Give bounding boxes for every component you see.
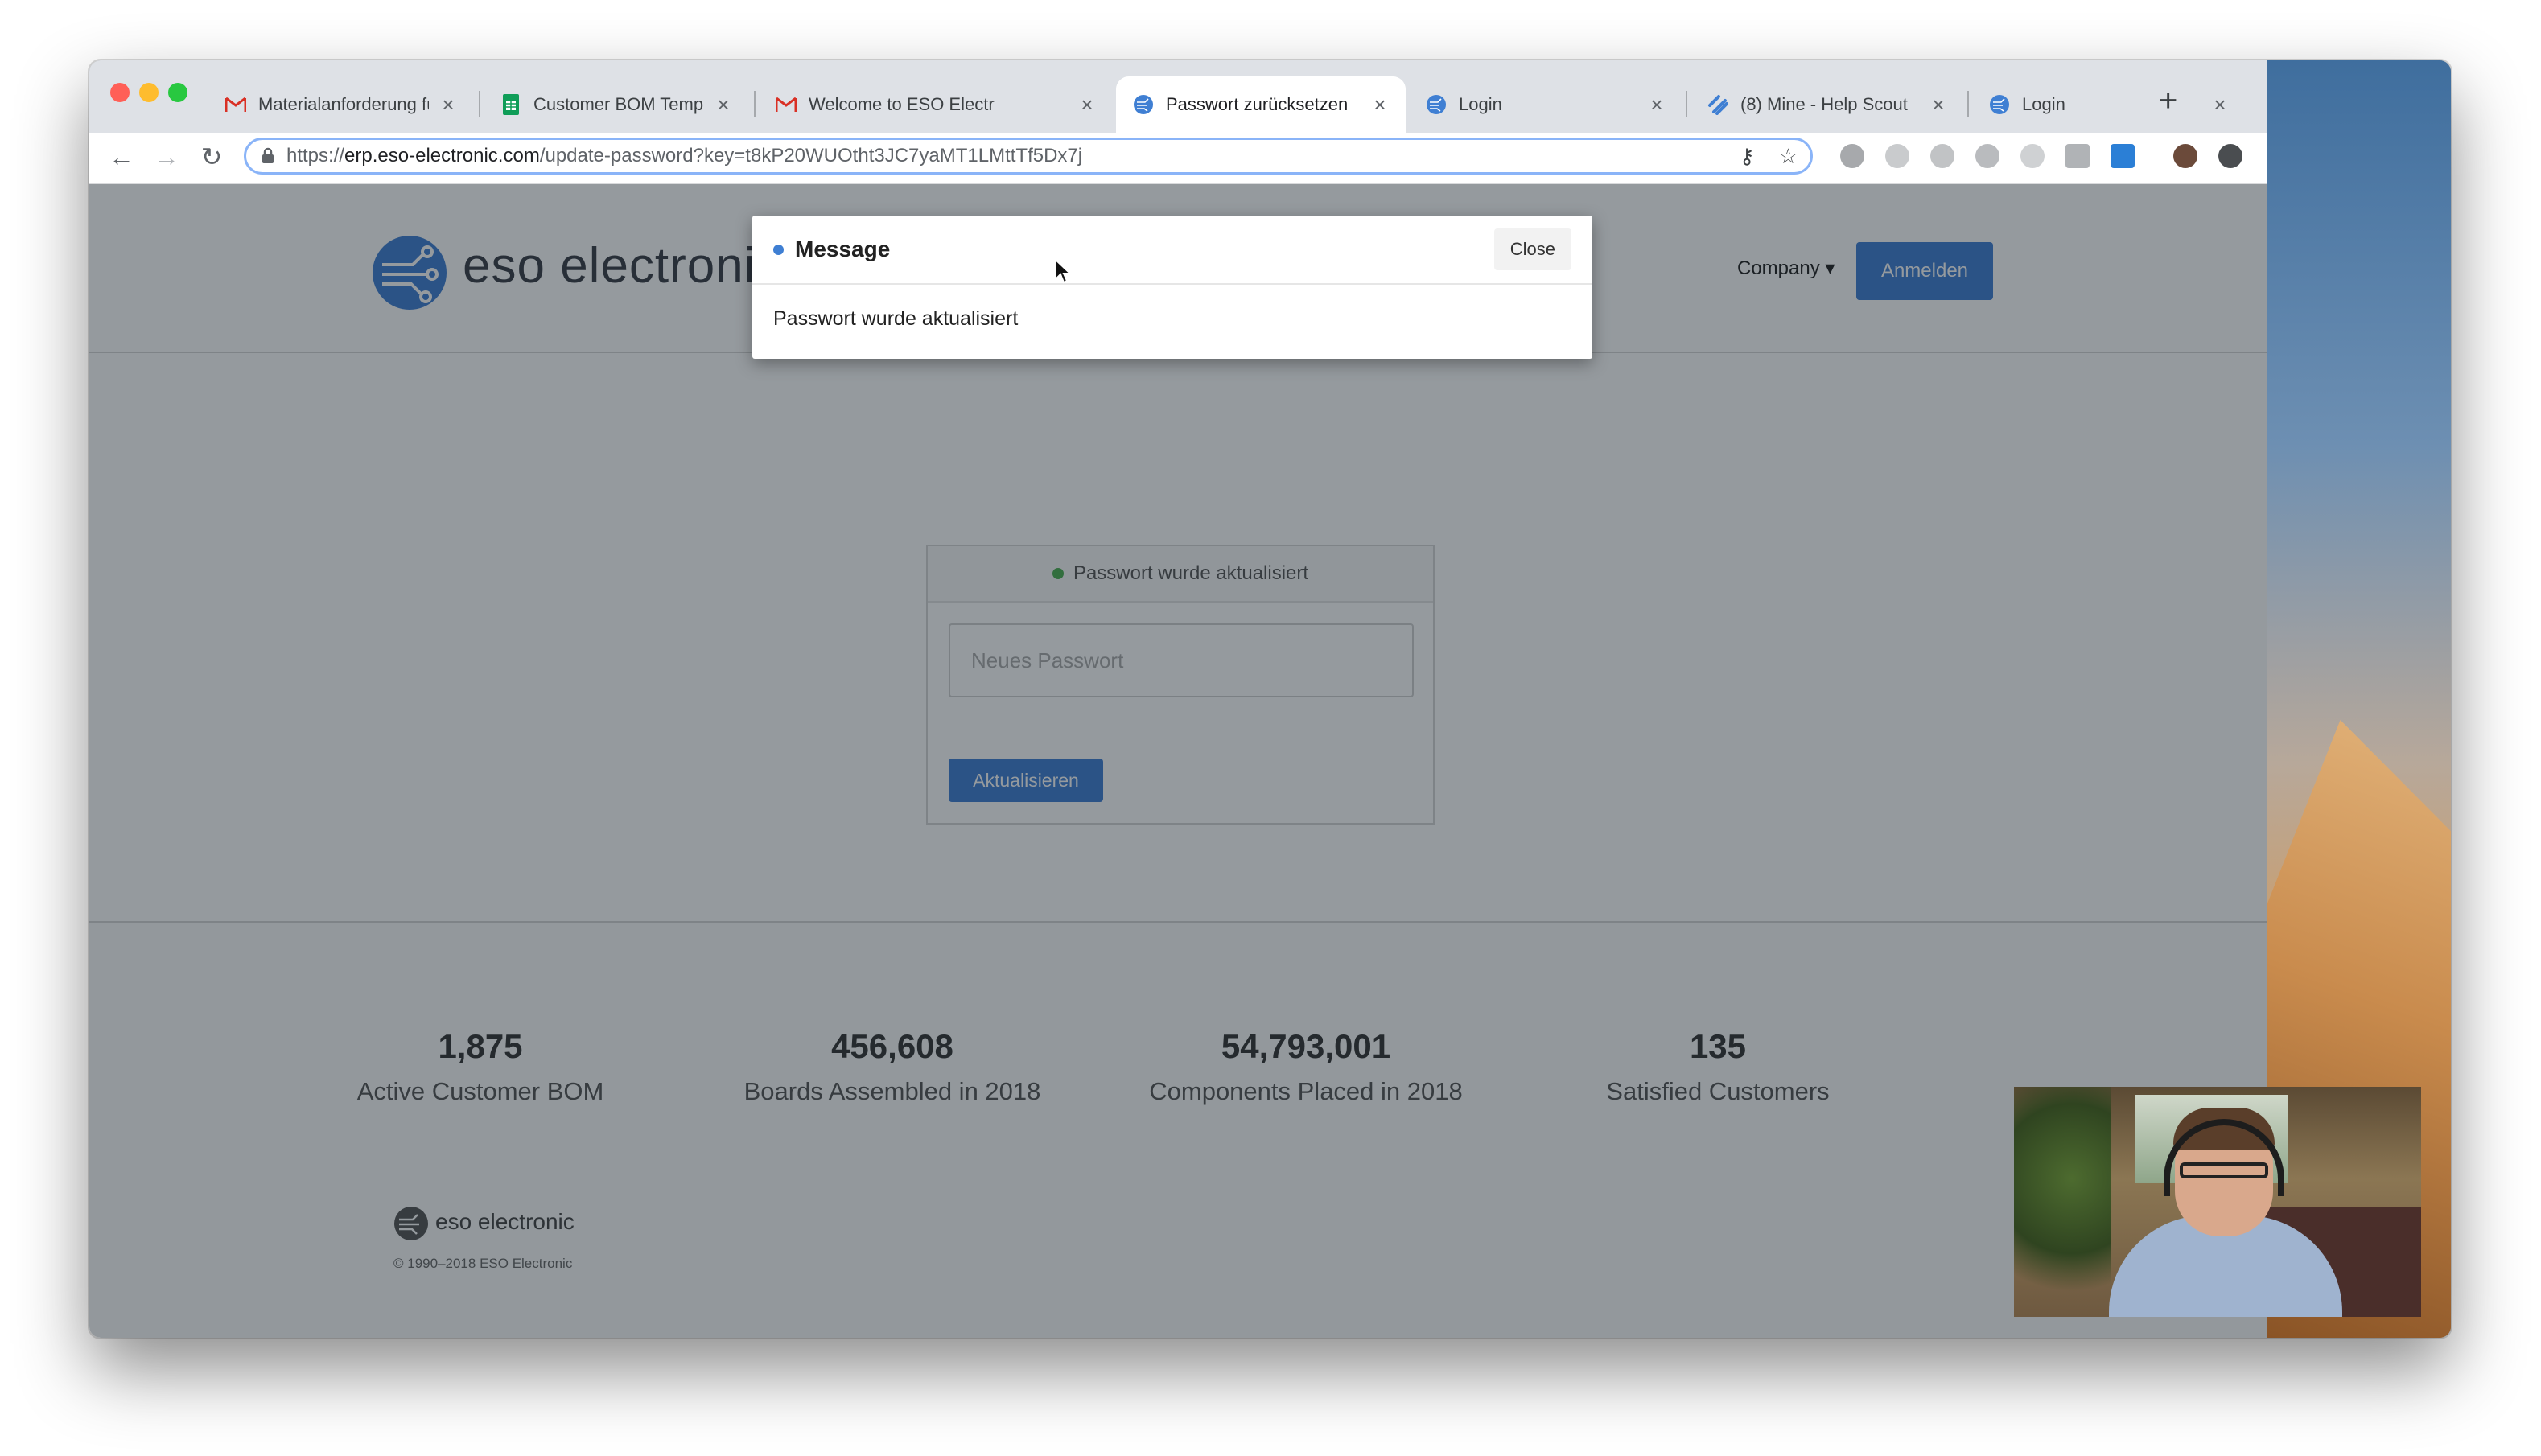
back-icon[interactable]: ← — [105, 141, 138, 173]
tab-title: Login — [1459, 94, 1502, 114]
close-button[interactable]: Close — [1493, 228, 1571, 270]
profile-avatar[interactable] — [2173, 144, 2197, 168]
tab-title: Passwort zurücksetzen — [1166, 94, 1349, 114]
browser-window: Materialanforderung für × Customer BOM T… — [89, 60, 2451, 1338]
bookmark-star-icon[interactable]: ☆ — [1779, 144, 1798, 169]
close-tab-icon[interactable]: × — [1647, 93, 1666, 117]
eso-icon — [1425, 93, 1448, 116]
tab-materialanforderung[interactable]: Materialanforderung für × — [208, 76, 474, 133]
minimize-window-button[interactable] — [139, 83, 159, 102]
mouse-cursor-icon — [1055, 258, 1072, 284]
tab-strip: Materialanforderung für × Customer BOM T… — [89, 60, 2267, 133]
eso-icon — [1132, 93, 1155, 116]
url-text: https://erp.eso-electronic.com/update-pa… — [286, 145, 1083, 167]
forward-icon[interactable]: → — [150, 141, 183, 173]
close-tab-icon[interactable]: × — [1929, 93, 1948, 117]
close-window-button[interactable] — [110, 83, 130, 102]
sheets-icon — [500, 93, 522, 116]
close-tab-icon[interactable]: × — [2210, 93, 2230, 117]
extension-icon[interactable] — [1885, 144, 1909, 168]
tab-title: Customer BOM Templa — [533, 94, 704, 114]
close-tab-icon[interactable]: × — [1077, 93, 1097, 117]
dialog-header: Message Close — [752, 216, 1592, 285]
dialog-title: Message — [795, 236, 891, 261]
eso-icon — [1988, 93, 2011, 116]
close-tab-icon[interactable]: × — [439, 93, 458, 117]
new-tab-button[interactable]: + — [2159, 84, 2177, 117]
tab-passwort-zuruecksetzen[interactable]: Passwort zurücksetzen × — [1116, 76, 1406, 133]
update-icon[interactable] — [2218, 144, 2242, 168]
extension-icon[interactable] — [1930, 144, 1954, 168]
gmail-icon — [775, 93, 797, 116]
message-dialog: Message Close Passwort wurde aktualisier… — [752, 216, 1592, 359]
dialog-message: Passwort wurde aktualisiert — [773, 307, 1019, 330]
webcam-overlay — [2014, 1087, 2421, 1317]
tab-login[interactable]: Login × — [1409, 76, 1682, 133]
tab-title: Welcome to ESO Electr — [809, 94, 995, 114]
maximize-window-button[interactable] — [168, 83, 187, 102]
tab-welcome-eso[interactable]: Welcome to ESO Electr × — [759, 76, 1113, 133]
drive-extension-icon[interactable] — [1975, 144, 1999, 168]
key-icon[interactable]: ⚷ — [1740, 144, 1755, 169]
browser-toolbar: ← → ↻ https://erp.eso-electronic.com/upd… — [89, 133, 2267, 184]
reload-icon[interactable]: ↻ — [196, 141, 228, 173]
helpscout-icon — [1707, 93, 1729, 116]
close-tab-icon[interactable]: × — [714, 93, 733, 117]
tab-login-2[interactable]: Login × — [1972, 76, 2246, 133]
tab-help-scout[interactable]: (8) Mine - Help Scout × — [1691, 76, 1964, 133]
adblock-extension-icon[interactable] — [1840, 144, 1864, 168]
chrome-browser: Materialanforderung für × Customer BOM T… — [89, 60, 2267, 1338]
tab-title: Materialanforderung für — [258, 94, 429, 114]
tab-customer-bom[interactable]: Customer BOM Templa × — [484, 76, 749, 133]
lock-icon — [262, 147, 274, 163]
address-bar[interactable]: https://erp.eso-electronic.com/update-pa… — [244, 138, 1813, 175]
extension-icon[interactable] — [2020, 144, 2045, 168]
close-tab-icon[interactable]: × — [1370, 93, 1390, 117]
info-dot-icon — [773, 244, 784, 255]
skype-extension-icon[interactable] — [2111, 144, 2135, 168]
extension-icon[interactable] — [2065, 144, 2090, 168]
tab-title: (8) Mine - Help Scout — [1740, 94, 1908, 114]
gmail-icon — [224, 93, 247, 116]
